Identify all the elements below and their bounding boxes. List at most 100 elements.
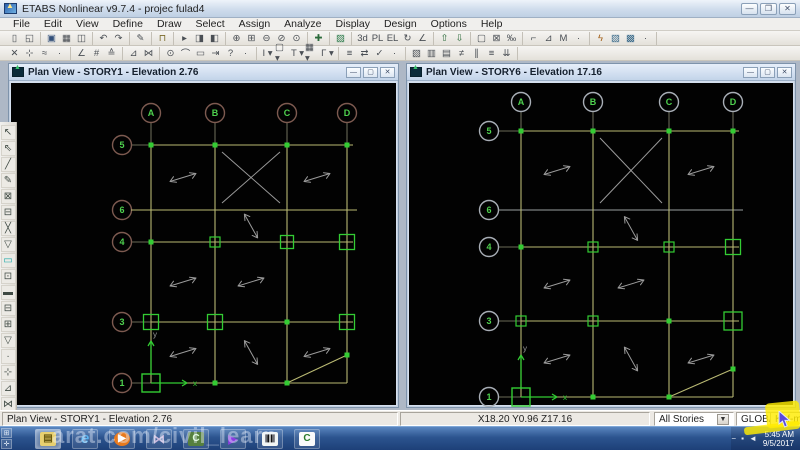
grid-edit-icon[interactable]: #	[89, 47, 104, 60]
draw-wall-icon[interactable]: ▽	[0, 237, 16, 252]
menu-design[interactable]: Design	[377, 18, 424, 30]
lock-model-icon[interactable]: ⊓	[155, 32, 170, 45]
menu-draw[interactable]: Draw	[150, 18, 189, 30]
merge-icon[interactable]: ≈	[37, 47, 52, 60]
more-icon[interactable]: ∙	[571, 32, 586, 45]
undo-icon[interactable]: ↶	[96, 32, 111, 45]
frame-section-icon[interactable]: ⊿	[126, 47, 141, 60]
check-model-icon[interactable]: ✓	[372, 47, 387, 60]
menu-help[interactable]: Help	[474, 18, 510, 30]
stories-dropdown[interactable]: All Stories ▼	[654, 412, 734, 426]
help-pointer-icon[interactable]: ?	[223, 47, 238, 60]
undeformed-icon[interactable]: ▤	[439, 47, 454, 60]
etabs-c-green-icon[interactable]: C	[183, 428, 209, 449]
select-pointer-icon[interactable]: ↖	[0, 125, 16, 140]
mesh-area-icon[interactable]: ⊞	[0, 317, 16, 332]
minimize-button[interactable]: —	[741, 2, 758, 15]
more-tools-dots-icon[interactable]: ∙	[0, 349, 16, 364]
set-picture-icon[interactable]: ▨	[333, 32, 348, 45]
plan-view-icon[interactable]: PL	[370, 32, 385, 45]
story-data-icon[interactable]: ≙	[104, 47, 119, 60]
move-up-story-icon[interactable]: ⇧	[437, 32, 452, 45]
move-down-story-icon[interactable]: ⇩	[452, 32, 467, 45]
c-white-icon[interactable]: C	[294, 428, 320, 449]
draw-beam-icon[interactable]: ⊟	[0, 205, 16, 220]
child1-restore-button[interactable]: ▢	[363, 66, 378, 78]
plan-view-window-story6[interactable]: Plan View - STORY6 - Elevation 17.16 — ▢…	[406, 63, 796, 408]
tee-dropdown[interactable]: T ▾	[290, 47, 305, 60]
menu-display[interactable]: Display	[329, 18, 377, 30]
not-equal-icon[interactable]: ≠	[454, 47, 469, 60]
menu-analyze[interactable]: Analyze	[277, 18, 328, 30]
zoom-out-icon[interactable]: ⊖	[259, 32, 274, 45]
draw-special-line-icon[interactable]: ✎	[0, 173, 16, 188]
child1-close-button[interactable]: ✕	[380, 66, 395, 78]
more3-icon[interactable]: ∙	[52, 47, 67, 60]
equal-icon[interactable]: ≡	[484, 47, 499, 60]
tray-minimize-icon[interactable]: −	[731, 434, 736, 443]
plan-view-window-story1[interactable]: Plan View - STORY1 - Elevation 2.76 — ▢ …	[8, 63, 399, 408]
kmplayer-icon[interactable]: ⋈	[146, 428, 172, 449]
show-forces-icon[interactable]: ⇄	[357, 47, 372, 60]
quick-launch-crosshair-icon[interactable]: ✛	[1, 439, 12, 449]
draw-poly-icon[interactable]: ⊿	[541, 32, 556, 45]
delete-selection-icon[interactable]: ✕	[7, 47, 22, 60]
run-analysis-icon[interactable]: ▸	[177, 32, 192, 45]
view-3d-icon[interactable]: 3d	[355, 32, 370, 45]
delete-icon[interactable]: ◧	[207, 32, 222, 45]
angle-icon[interactable]: ∠	[74, 47, 89, 60]
frame-I-dropdown[interactable]: I ▾	[260, 47, 275, 60]
tray-shield-icon[interactable]: ▪	[741, 434, 744, 443]
more4-icon[interactable]: ∙	[238, 47, 253, 60]
menu-select[interactable]: Select	[188, 18, 231, 30]
child2-restore-button[interactable]: ▢	[760, 66, 775, 78]
draw-box-icon[interactable]: ⌐	[526, 32, 541, 45]
percent-icon[interactable]: ‰	[504, 32, 519, 45]
image-a-icon[interactable]: ▧	[608, 32, 623, 45]
measure-icon[interactable]: M	[556, 32, 571, 45]
menu-view[interactable]: View	[69, 18, 106, 30]
new-model-icon[interactable]: ▯	[7, 32, 22, 45]
rotate-view-icon[interactable]: ↻	[400, 32, 415, 45]
internet-explorer-icon[interactable]: e	[72, 428, 98, 449]
snap-line-icon[interactable]: ⊿	[0, 381, 16, 396]
print-preview-icon[interactable]: ◫	[74, 32, 89, 45]
assign-load-icon[interactable]: ⇥	[208, 47, 223, 60]
perspective-icon[interactable]: ∠	[415, 32, 430, 45]
draw-column-icon[interactable]: ⊠	[0, 189, 16, 204]
close-button[interactable]: ✕	[779, 2, 796, 15]
draw-line-icon[interactable]: ╱	[0, 157, 16, 172]
parallel-icon[interactable]: ∥	[469, 47, 484, 60]
menu-options[interactable]: Options	[424, 18, 474, 30]
menu-file[interactable]: File	[6, 18, 37, 30]
show-deformed-icon[interactable]: ≡	[342, 47, 357, 60]
plan-view-story1-titlebar[interactable]: Plan View - STORY1 - Elevation 2.76 — ▢ …	[9, 64, 398, 81]
assign-joint-icon[interactable]: ⊙	[163, 47, 178, 60]
snap-point-icon[interactable]: ⊹	[0, 365, 16, 380]
etabs-model-icon[interactable]: ▮▮	[257, 428, 283, 449]
draw-brace-icon[interactable]: ╳	[0, 221, 16, 236]
replicate-icon[interactable]: ◨	[192, 32, 207, 45]
angle-dropdown[interactable]: Γ ▾	[320, 47, 335, 60]
plan-view-story6-titlebar[interactable]: Plan View - STORY6 - Elevation 17.16 — ▢…	[407, 64, 795, 81]
zoom-window-icon[interactable]: ⊞	[244, 32, 259, 45]
more6-icon[interactable]: ⇊	[499, 47, 514, 60]
zoom-in-icon[interactable]: ⊕	[229, 32, 244, 45]
plan-canvas-story1[interactable]: A B C D 5 6 4 3 1 x y	[11, 83, 396, 405]
child2-minimize-button[interactable]: —	[743, 66, 758, 78]
slab-dropdown[interactable]: ▦ ▾	[305, 42, 320, 64]
output-tables-icon[interactable]: ▥	[424, 47, 439, 60]
reshape-object-icon[interactable]: ⇖	[0, 141, 16, 156]
more5-icon[interactable]: ∙	[387, 47, 402, 60]
explorer-taskbar-icon[interactable]: ▤	[35, 428, 61, 449]
draw-quad-icon[interactable]: ▽	[0, 333, 16, 348]
elevation-view-icon[interactable]: EL	[385, 32, 400, 45]
restore-button[interactable]: ❐	[760, 2, 777, 15]
draw-line-element-icon[interactable]: ▬	[0, 285, 16, 300]
open-file-icon[interactable]: ◱	[22, 32, 37, 45]
media-player-icon[interactable]: ▶	[109, 428, 135, 449]
zoom-full-icon[interactable]: ⊙	[289, 32, 304, 45]
assign-frame-icon[interactable]: ⌒	[178, 47, 193, 60]
object-shrink-icon[interactable]: ▢	[474, 32, 489, 45]
display-options-icon[interactable]: ▧	[409, 47, 424, 60]
